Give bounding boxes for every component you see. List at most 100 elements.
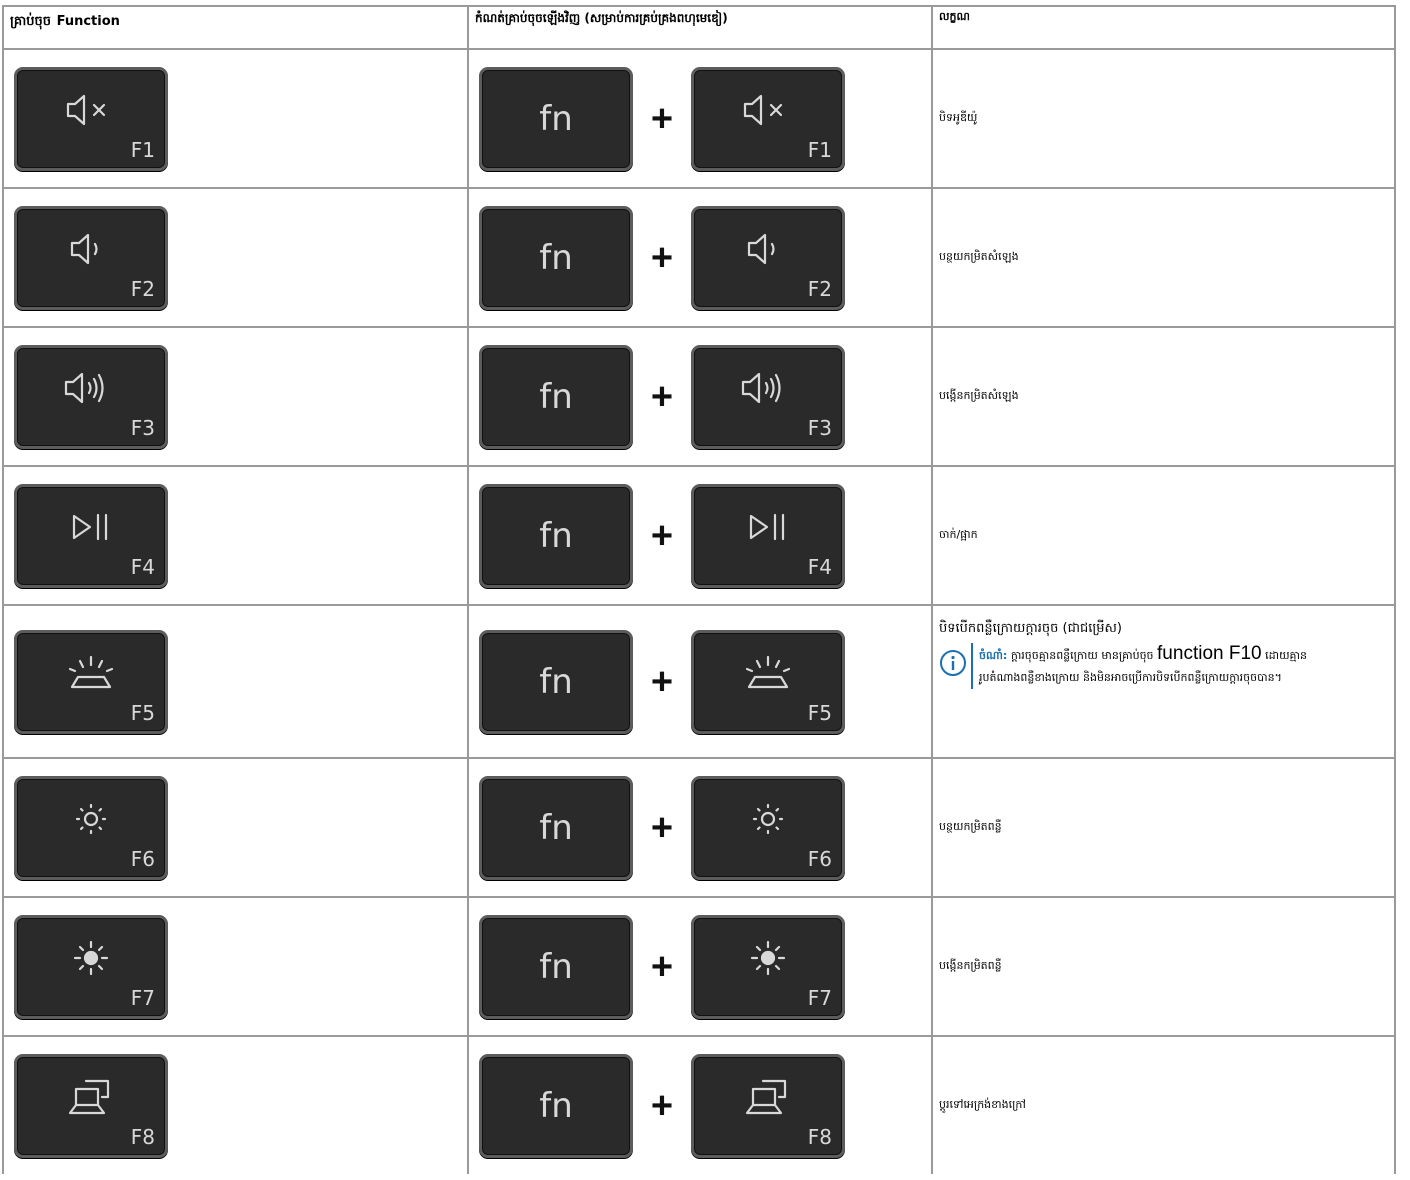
key-f3: F3 [14, 344, 168, 449]
behavior-text: ប្តូរទៅអេក្រង់ខាងក្រៅ [939, 1097, 1026, 1111]
table-row: F6 fn + F6 បន្ថយកម្រិតពន្លឺ [2, 757, 1396, 898]
note-box: ចំណាំ: ក្តារចុចគ្មានពន្លឺក្រោយ មានគ្រាប់… [939, 643, 1394, 689]
plus-sign: + [650, 236, 674, 279]
header-function-key-bold: Function [56, 14, 120, 29]
key-label: F1 [807, 137, 832, 162]
key-label: F6 [807, 846, 832, 871]
key-label: F8 [130, 1124, 155, 1149]
info-icon [939, 649, 967, 680]
external-display-icon [739, 1077, 797, 1117]
redefined-combo-cell: fn + F6 [467, 757, 933, 898]
behavior-cell: ប្តូរទៅអេក្រង់ខាងក្រៅ [931, 1035, 1396, 1174]
redefined-combo-cell: fn + F1 [467, 48, 933, 189]
function-keys-table: គ្រាប់ចុច Function កំណត់គ្រាប់ចុចឡើងវិញ … [2, 5, 1396, 1174]
key-label: F2 [130, 276, 155, 301]
key-f5: F5 [14, 629, 168, 734]
key-fn: fn [479, 483, 633, 588]
plus-sign: + [650, 514, 674, 557]
key-fn: fn [479, 205, 633, 310]
key-label: F2 [807, 276, 832, 301]
key-combination: fn + F2 [479, 205, 931, 310]
key-combination: fn + F1 [479, 66, 931, 171]
key-f4-combo: F4 [691, 483, 845, 588]
key-f7-combo: F7 [691, 914, 845, 1019]
key-f2-combo: F2 [691, 205, 845, 310]
behavior-cell: បង្កើនកម្រិតសំឡេង [931, 326, 1396, 467]
plus-sign: + [650, 945, 674, 988]
key-label: F5 [807, 700, 832, 725]
table-row: F3 fn + F3 បង្កើនកម្រិតសំឡេង [2, 326, 1396, 467]
behavior-cell: បង្កើនកម្រិតពន្លឺ [931, 896, 1396, 1037]
key-f6-combo: F6 [691, 775, 845, 880]
behavior-cell: ចាក់/ផ្អាក [931, 465, 1396, 606]
key-label: F7 [807, 985, 832, 1010]
volume-down-icon [739, 229, 797, 269]
key-f1-combo: F1 [691, 66, 845, 171]
key-f8: F8 [14, 1053, 168, 1158]
fn-key-label: fn [539, 98, 573, 139]
key-f5-combo: F5 [691, 629, 845, 734]
behavior-text: បង្កើនកម្រិតសំឡេង [939, 388, 1019, 402]
fn-key-label: fn [539, 237, 573, 278]
function-key-cell: F2 [2, 187, 469, 328]
key-label: F6 [130, 846, 155, 871]
function-key-cell: F6 [2, 757, 469, 898]
key-label: F7 [130, 985, 155, 1010]
key-f1: F1 [14, 66, 168, 171]
behavior-cell: បិទអូឌីយ៉ូ [931, 48, 1396, 189]
mute-icon [739, 90, 797, 130]
brightness-up-icon [62, 938, 120, 978]
note-text-big: function F10 [1157, 643, 1262, 664]
note-text-b: ដោយគ្មាន [1265, 649, 1308, 662]
behavior-text: បិទបើកពន្លឺក្រោយក្តារចុច (ជាជម្រើស) [939, 621, 1122, 636]
plus-sign: + [650, 806, 674, 849]
function-key-cell: F4 [2, 465, 469, 606]
table-row: F2 fn + F2 បន្ថយកម្រិតសំឡេង [2, 187, 1396, 328]
key-combination: fn + F6 [479, 775, 931, 880]
redefined-combo-cell: fn + F7 [467, 896, 933, 1037]
table-row: F4 fn + F4 ចាក់/ផ្អាក [2, 465, 1396, 606]
function-key-cell: F7 [2, 896, 469, 1037]
header-redefined-key: កំណត់គ្រាប់ចុចឡើងវិញ (សម្រាប់ការគ្រប់គ្រ… [467, 5, 933, 50]
table-row: F5 fn + F5 បិទបើកពន្លឺក្រោយក្តារចុច (ជាជម្រ… [2, 604, 1396, 759]
external-display-icon [62, 1077, 120, 1117]
key-fn: fn [479, 66, 633, 171]
brightness-down-icon [62, 799, 120, 839]
fn-key-label: fn [539, 1085, 573, 1126]
behavior-text: បង្កើនកម្រិតពន្លឺ [939, 958, 1002, 972]
plus-sign: + [650, 660, 674, 703]
table-row: F1 fn + F1 បិទអូឌីយ៉ូ [2, 48, 1396, 189]
function-key-cell: F8 [2, 1035, 469, 1174]
fn-key-label: fn [539, 376, 573, 417]
key-label: F4 [130, 554, 155, 579]
key-combination: fn + F4 [479, 483, 931, 588]
key-f3-combo: F3 [691, 344, 845, 449]
key-fn: fn [479, 344, 633, 449]
key-label: F8 [807, 1124, 832, 1149]
key-combination: fn + F5 [479, 629, 931, 734]
brightness-up-icon [739, 938, 797, 978]
play-pause-icon [62, 507, 120, 547]
header-behavior: លក្ខណ [931, 5, 1396, 50]
header-function-key-prefix: គ្រាប់ចុច [10, 14, 52, 29]
key-f6: F6 [14, 775, 168, 880]
behavior-cell: បិទបើកពន្លឺក្រោយក្តារចុច (ជាជម្រើស) ចំណាំ… [931, 604, 1396, 759]
keyboard-backlight-icon [62, 653, 120, 693]
key-label: F4 [807, 554, 832, 579]
brightness-down-icon [739, 799, 797, 839]
function-key-cell: F3 [2, 326, 469, 467]
function-key-cell: F5 [2, 604, 469, 759]
key-label: F3 [130, 415, 155, 440]
behavior-text: បន្ថយកម្រិតសំឡេង [939, 249, 1019, 263]
key-f4: F4 [14, 483, 168, 588]
behavior-text: បន្ថយកម្រិតពន្លឺ [939, 819, 1002, 833]
key-fn: fn [479, 775, 633, 880]
redefined-combo-cell: fn + F8 [467, 1035, 933, 1174]
redefined-combo-cell: fn + F5 [467, 604, 933, 759]
fn-key-label: fn [539, 946, 573, 987]
key-label: F3 [807, 415, 832, 440]
note-label: ចំណាំ: [979, 649, 1008, 662]
key-f2: F2 [14, 205, 168, 310]
redefined-combo-cell: fn + F4 [467, 465, 933, 606]
behavior-text: ចាក់/ផ្អាក [939, 527, 978, 541]
